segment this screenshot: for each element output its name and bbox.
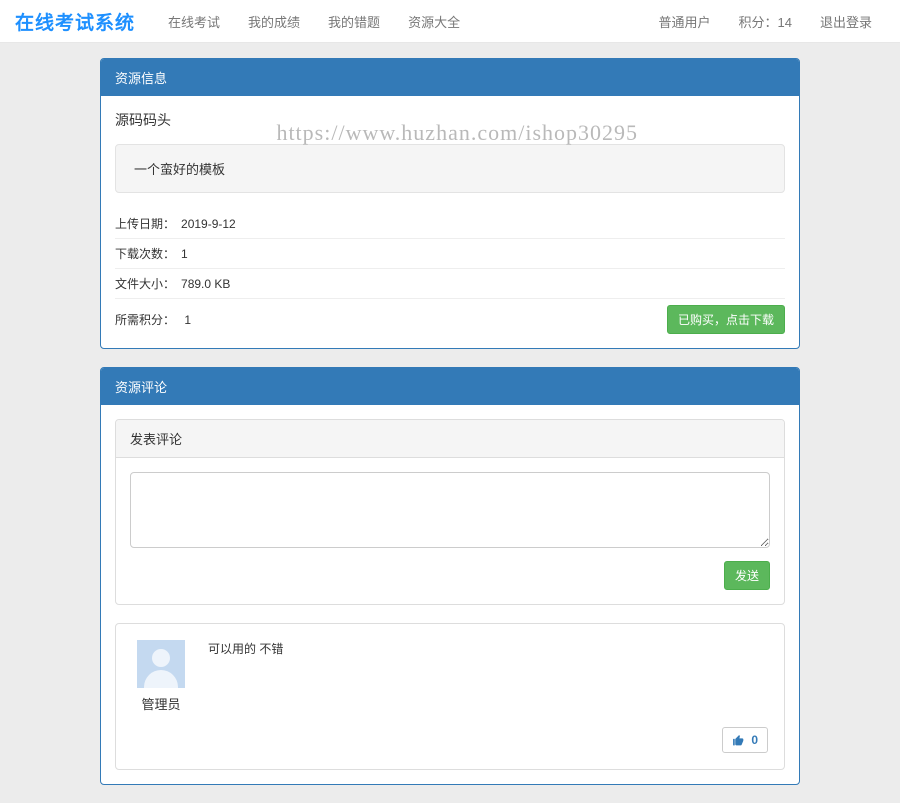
required-points-value: 1: [184, 313, 191, 327]
nav-exam[interactable]: 在线考试: [155, 2, 233, 41]
like-count: 0: [751, 733, 758, 747]
like-button[interactable]: 0: [722, 727, 768, 753]
nav-mistakes[interactable]: 我的错题: [315, 2, 393, 41]
avatar-icon: [137, 640, 185, 688]
points-label: 积分：: [739, 15, 778, 30]
download-button[interactable]: 已购买，点击下载: [667, 305, 785, 334]
comment-text: 可以用的 不错: [208, 640, 768, 713]
download-count-row: 下载次数： 1: [115, 239, 785, 269]
navbar: 在线考试系统 在线考试 我的成绩 我的错题 资源大全 普通用户 积分：14 退出…: [0, 0, 900, 43]
resource-description: 一个蛮好的模板: [115, 144, 785, 193]
resource-name: 源码码头: [115, 110, 785, 130]
resource-info-panel: 资源信息 源码码头 一个蛮好的模板 上传日期： 2019-9-12 下载次数： …: [100, 58, 800, 349]
comment-form: 发表评论 发送: [115, 419, 785, 605]
file-size-row: 文件大小： 789.0 KB: [115, 269, 785, 299]
upload-date-row: 上传日期： 2019-9-12: [115, 209, 785, 239]
points-value: 14: [778, 15, 792, 30]
upload-date-label: 上传日期：: [115, 215, 175, 232]
required-points-row: 所需积分： 1: [115, 311, 191, 328]
brand-logo: 在线考试系统: [15, 8, 135, 35]
download-count-label: 下载次数：: [115, 245, 175, 262]
nav-resources[interactable]: 资源大全: [395, 2, 473, 41]
send-comment-button[interactable]: 发送: [724, 561, 770, 590]
file-size-value: 789.0 KB: [181, 277, 230, 291]
nav-logout[interactable]: 退出登录: [807, 2, 885, 41]
resource-comments-panel: 资源评论 发表评论 发送: [100, 367, 800, 785]
resource-comments-title: 资源评论: [101, 368, 799, 405]
nav-user[interactable]: 普通用户: [645, 2, 723, 41]
file-size-label: 文件大小：: [115, 275, 175, 292]
comment-textarea[interactable]: [130, 472, 770, 548]
comment-author-col: 管理员: [132, 640, 190, 713]
comment-form-title: 发表评论: [116, 420, 784, 458]
nav-scores[interactable]: 我的成绩: [235, 2, 313, 41]
comment-item: 管理员 可以用的 不错 0: [115, 623, 785, 770]
download-count-value: 1: [181, 247, 188, 261]
nav-points: 积分：14: [726, 2, 805, 41]
upload-date-value: 2019-9-12: [181, 217, 236, 231]
nav-right: 普通用户 积分：14 退出登录: [645, 2, 885, 41]
resource-info-title: 资源信息: [101, 59, 799, 96]
nav-left: 在线考试 我的成绩 我的错题 资源大全: [155, 2, 473, 41]
required-points-label: 所需积分：: [115, 313, 175, 327]
comment-author-name: 管理员: [141, 694, 180, 713]
thumb-up-icon: [732, 734, 745, 747]
